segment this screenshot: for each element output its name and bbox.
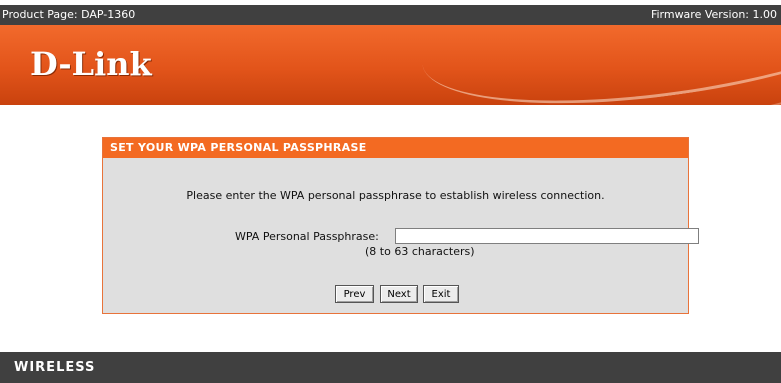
- next-button[interactable]: Next: [380, 285, 418, 303]
- passphrase-label: WPA Personal Passphrase:: [235, 230, 379, 243]
- prev-button[interactable]: Prev: [335, 285, 374, 303]
- footer-bar: WIRELESS: [0, 352, 781, 383]
- product-page-label: Product Page: DAP-1360: [2, 8, 136, 21]
- top-bar: Product Page: DAP-1360 Firmware Version:…: [0, 5, 781, 25]
- panel-title: SET YOUR WPA PERSONAL PASSPHRASE: [103, 138, 688, 158]
- exit-button[interactable]: Exit: [423, 285, 459, 303]
- passphrase-hint: (8 to 63 characters): [365, 245, 475, 258]
- instruction-text: Please enter the WPA personal passphrase…: [186, 189, 605, 202]
- wireless-label: WIRELESS: [14, 360, 96, 375]
- dlink-logo: D-Link: [30, 45, 152, 83]
- header-banner: D-Link: [0, 25, 781, 105]
- passphrase-input[interactable]: [395, 228, 699, 244]
- firmware-version-label: Firmware Version: 1.00: [650, 8, 777, 21]
- passphrase-panel: SET YOUR WPA PERSONAL PASSPHRASE Please …: [102, 137, 699, 314]
